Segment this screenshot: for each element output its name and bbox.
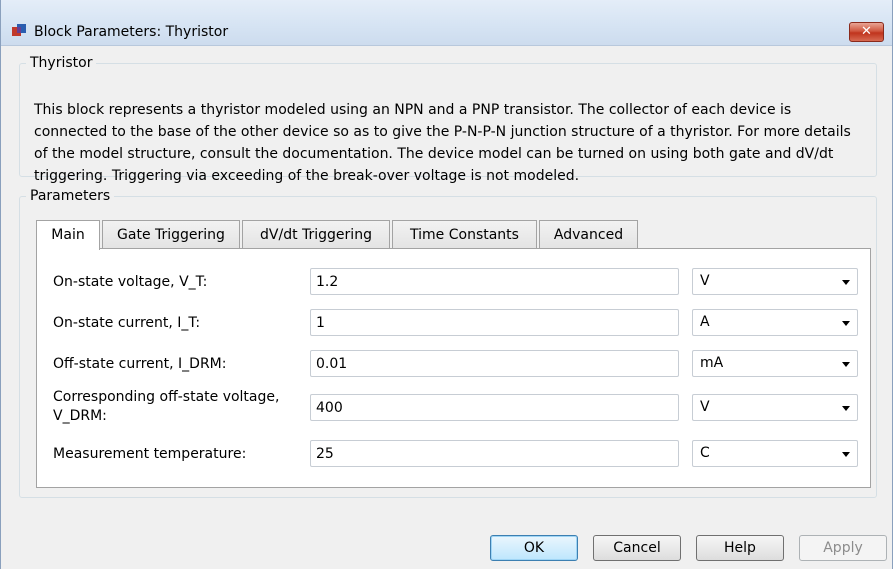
chevron-down-icon (842, 406, 850, 411)
off-state-voltage-unit: V (700, 399, 710, 415)
tab-dvdt-triggering[interactable]: dV/dt Triggering (242, 220, 390, 249)
off-state-current-unit-select[interactable]: mA (692, 350, 858, 377)
on-state-voltage-input[interactable] (310, 268, 679, 295)
tab-time-constants[interactable]: Time Constants (392, 220, 537, 249)
block-parameters-dialog: Block Parameters: Thyristor ✕ Thyristor … (0, 0, 893, 569)
on-state-current-label: On-state current, I_T: (53, 315, 201, 331)
on-state-voltage-unit: V (700, 273, 710, 289)
on-state-voltage-label: On-state voltage, V_T: (53, 274, 208, 290)
tab-advanced[interactable]: Advanced (539, 220, 638, 249)
main-tab-panel: On-state voltage, V_T: V On-state curren… (36, 248, 871, 488)
ok-button[interactable]: OK (490, 535, 578, 561)
on-state-voltage-unit-select[interactable]: V (692, 268, 858, 295)
chevron-down-icon (842, 452, 850, 457)
chevron-down-icon (842, 321, 850, 326)
chevron-down-icon (842, 280, 850, 285)
on-state-current-unit-select[interactable]: A (692, 309, 858, 336)
close-button[interactable]: ✕ (849, 22, 884, 42)
measurement-temperature-unit: C (700, 445, 710, 461)
measurement-temperature-unit-select[interactable]: C (692, 440, 858, 467)
parameters-group-title: Parameters (30, 188, 111, 204)
tab-main[interactable]: Main (36, 220, 100, 250)
off-state-voltage-unit-select[interactable]: V (692, 394, 858, 421)
simulink-app-icon (12, 24, 26, 36)
window-title: Block Parameters: Thyristor (34, 24, 229, 40)
title-bar[interactable]: Block Parameters: Thyristor ✕ (1, 0, 892, 46)
off-state-voltage-label-continued: V_DRM: (53, 408, 107, 424)
measurement-temperature-input[interactable] (310, 440, 679, 467)
tab-gate-triggering[interactable]: Gate Triggering (102, 220, 240, 249)
help-button[interactable]: Help (696, 535, 784, 561)
description-group: Thyristor This block represents a thyris… (19, 55, 877, 184)
close-icon: ✕ (861, 24, 872, 39)
off-state-voltage-input[interactable] (310, 394, 679, 421)
off-state-voltage-label: Corresponding off-state voltage, (53, 389, 280, 405)
description-group-title: Thyristor (30, 55, 93, 71)
off-state-current-unit: mA (700, 355, 724, 371)
off-state-current-label: Off-state current, I_DRM: (53, 356, 227, 372)
chevron-down-icon (842, 362, 850, 367)
apply-button[interactable]: Apply (799, 535, 887, 561)
cancel-button[interactable]: Cancel (593, 535, 681, 561)
on-state-current-unit: A (700, 314, 710, 330)
measurement-temperature-label: Measurement temperature: (53, 446, 247, 462)
block-description: This block represents a thyristor modele… (34, 102, 851, 184)
on-state-current-input[interactable] (310, 309, 679, 336)
off-state-current-input[interactable] (310, 350, 679, 377)
